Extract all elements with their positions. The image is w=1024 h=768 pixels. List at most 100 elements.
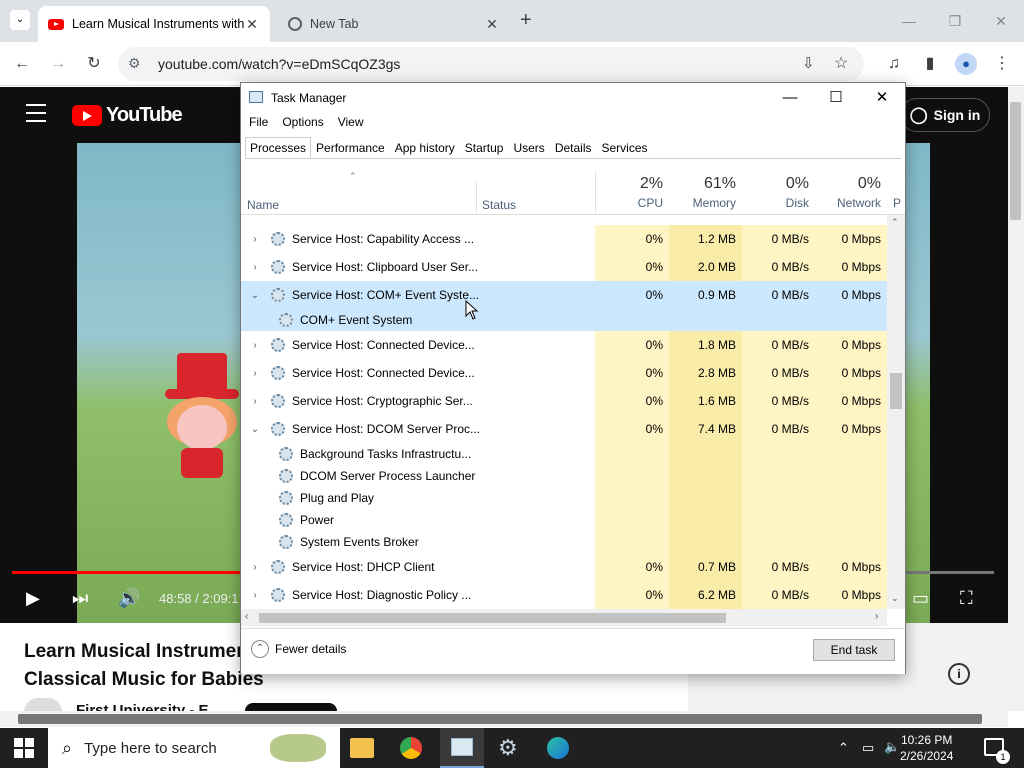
scroll-down-icon[interactable]: ⌄ (891, 593, 899, 604)
chrome-menu-icon[interactable]: ⋮ (990, 52, 1014, 76)
expand-chevron-icon[interactable]: › (249, 262, 261, 273)
expand-chevron-icon[interactable]: › (249, 590, 261, 601)
expand-chevron-icon[interactable]: › (249, 340, 261, 351)
tab-new-tab[interactable]: New Tab ✕ (278, 6, 510, 42)
show-hidden-icons-icon[interactable]: ⌃ (838, 740, 849, 756)
settings-gear-icon[interactable]: ⚙ (498, 736, 518, 760)
tm-minimize-button[interactable]: — (767, 83, 813, 113)
windows-start-icon[interactable] (14, 738, 34, 758)
process-name: Service Host: COM+ Event Syste... (292, 288, 480, 302)
scroll-left-icon[interactable]: ‹ (245, 611, 248, 622)
fullscreen-icon[interactable]: ⛶ (960, 588, 973, 609)
volume-muted-icon[interactable]: 🔈 (884, 739, 900, 755)
column-header-memory[interactable]: Memory (669, 196, 736, 210)
side-panel-icon[interactable]: ▮ (918, 52, 942, 76)
expand-chevron-icon[interactable]: › (249, 234, 261, 245)
process-row[interactable]: 0% 0.9 MB 0 MB/s 0 Mbps ⌄ Service Host: COM+ … (241, 281, 887, 309)
process-child-row[interactable]: System Events Broker (241, 531, 887, 553)
tab-startup[interactable]: Startup (460, 137, 509, 158)
process-row[interactable]: 0% 6.2 MB 0 MB/s 0 Mbps › Service Host: Diagn… (241, 581, 887, 609)
process-row[interactable]: 0% 1.6 MB 0 MB/s 0 Mbps › Service Host: Crypt… (241, 387, 887, 415)
fewer-details-button[interactable]: ⌃ Fewer details (251, 640, 346, 658)
close-tab-icon[interactable]: ✕ (484, 16, 500, 33)
minimize-button[interactable]: — (886, 8, 932, 34)
tab-performance[interactable]: Performance (311, 137, 390, 158)
system-clock[interactable]: 10:26 PM 2/26/2024 (900, 732, 953, 764)
task-manager-taskbar-button[interactable] (440, 728, 484, 768)
process-child-row[interactable]: Power (241, 509, 887, 531)
memory-cell: 0.9 MB (669, 281, 742, 309)
page-horizontal-scroll-thumb[interactable] (18, 714, 982, 724)
column-header-status[interactable]: Status (482, 198, 516, 212)
new-tab-button[interactable]: + (520, 8, 540, 32)
restore-button[interactable]: ❐ (932, 8, 978, 34)
process-row[interactable]: 0% 0.7 MB 0 MB/s 0 Mbps › Service Host: DHCP … (241, 553, 887, 581)
subscribe-button[interactable] (245, 703, 337, 711)
process-child-row[interactable]: Plug and Play (241, 487, 887, 509)
page-vertical-scroll-thumb[interactable] (1010, 102, 1021, 220)
edge-icon[interactable] (547, 737, 569, 759)
tab-details[interactable]: Details (550, 137, 597, 158)
forward-button[interactable]: → (46, 52, 70, 76)
tab-processes[interactable]: Processes (245, 137, 312, 158)
sign-in-button[interactable]: ◯ Sign in (900, 98, 990, 132)
profile-avatar-icon[interactable]: ● (955, 53, 977, 75)
tab-search-button[interactable]: ⌄ (10, 10, 30, 30)
column-header-network[interactable]: Network (815, 196, 881, 210)
install-app-icon[interactable]: ⇩ (802, 54, 815, 72)
expand-chevron-icon[interactable]: › (249, 368, 261, 379)
tm-vertical-scroll-thumb[interactable] (890, 373, 902, 409)
network-icon[interactable]: ▭ (862, 740, 874, 756)
site-info-icon[interactable]: ⚙ (128, 55, 141, 72)
play-icon[interactable]: ▶ (26, 588, 40, 609)
expand-chevron-icon[interactable]: › (249, 396, 261, 407)
close-window-button[interactable]: ✕ (978, 8, 1024, 34)
tab-youtube[interactable]: Learn Musical Instruments with ✕ (38, 6, 270, 42)
tab-services[interactable]: Services (597, 137, 653, 158)
process-child-row[interactable]: DCOM Server Process Launcher (241, 465, 887, 487)
reload-button[interactable]: ↻ (82, 52, 106, 76)
collapse-chevron-icon[interactable]: ⌄ (249, 290, 261, 301)
column-header-power-partial[interactable]: P (893, 196, 903, 210)
channel-avatar[interactable] (24, 698, 62, 712)
youtube-logo[interactable]: YouTube (72, 104, 183, 127)
process-row[interactable]: 0% 2.0 MB 0 MB/s 0 Mbps › Service Host: Clipb… (241, 253, 887, 281)
address-bar[interactable]: ⚙ youtube.com/watch?v=eDmSCqOZ3gs ⇩ ☆ (118, 47, 864, 81)
column-header-cpu[interactable]: CPU (595, 196, 663, 210)
process-row[interactable]: 0% 1.8 MB 0 MB/s 0 Mbps › Service Host: Conne… (241, 331, 887, 359)
process-row[interactable]: 0% 2.8 MB 0 MB/s 0 Mbps › Service Host: Conne… (241, 359, 887, 387)
column-header-disk[interactable]: Disk (742, 196, 809, 210)
column-header-name[interactable]: Name (247, 198, 279, 212)
taskbar-search-box[interactable]: ⌕ Type here to search (48, 728, 340, 768)
menu-view[interactable]: View (338, 115, 364, 129)
tm-vertical-scrollbar[interactable]: ⌃ ⌄ (887, 215, 905, 609)
collapse-chevron-icon[interactable]: ⌄ (249, 424, 261, 435)
back-button[interactable]: ← (10, 52, 34, 76)
file-explorer-icon[interactable] (350, 738, 374, 758)
next-video-icon[interactable]: ⏭ (72, 588, 88, 609)
media-control-icon[interactable]: ♫ (882, 52, 906, 76)
scroll-right-icon[interactable]: › (875, 611, 878, 622)
tab-app-history[interactable]: App history (390, 137, 460, 158)
theater-mode-icon[interactable]: ▭ (912, 588, 929, 609)
volume-icon[interactable]: 🔊 (118, 588, 140, 609)
bookmark-star-icon[interactable]: ☆ (834, 53, 848, 73)
tm-horizontal-scroll-thumb[interactable] (259, 613, 726, 623)
end-task-button[interactable]: End task (813, 639, 895, 661)
menu-file[interactable]: File (249, 115, 268, 129)
close-tab-icon[interactable]: ✕ (244, 16, 260, 33)
service-gear-icon (271, 394, 285, 408)
chrome-icon[interactable] (400, 737, 422, 759)
expand-chevron-icon[interactable]: › (249, 562, 261, 573)
tab-users[interactable]: Users (508, 137, 549, 158)
tm-close-button[interactable]: ✕ (859, 83, 905, 113)
process-child-row[interactable]: COM+ Event System (241, 309, 887, 331)
hamburger-menu-icon[interactable] (26, 104, 46, 122)
info-icon[interactable]: i (948, 663, 970, 685)
process-row[interactable]: 0% 1.2 MB 0 MB/s 0 Mbps › Service Host: Capab… (241, 225, 887, 253)
scroll-up-icon[interactable]: ⌃ (891, 217, 899, 228)
process-row[interactable]: 0% 7.4 MB 0 MB/s 0 Mbps ⌄ Service Host: DCOM … (241, 415, 887, 443)
tm-maximize-button[interactable]: ☐ (813, 83, 859, 113)
process-child-row[interactable]: Background Tasks Infrastructu... (241, 443, 887, 465)
menu-options[interactable]: Options (282, 115, 323, 129)
